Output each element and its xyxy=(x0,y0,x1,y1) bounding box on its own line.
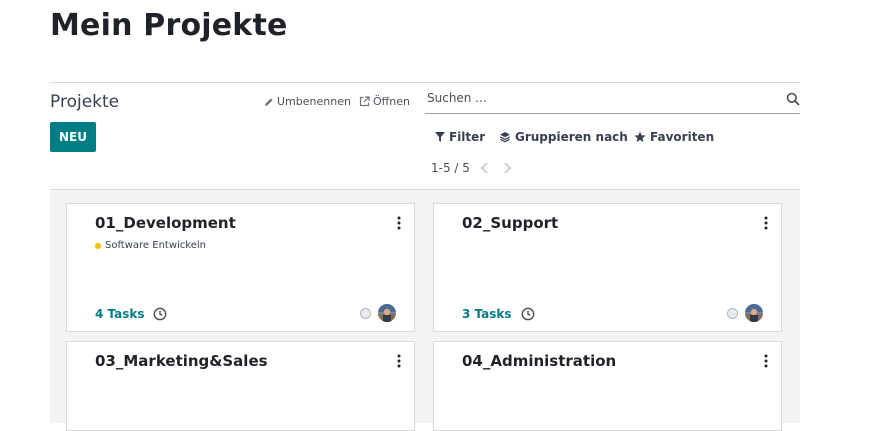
project-title: 03_Marketing&Sales xyxy=(95,352,268,370)
project-card[interactable]: 01_Development Software Entwickeln 4 Tas… xyxy=(66,203,415,332)
clock-icon[interactable] xyxy=(153,307,167,321)
page-title: Mein Projekte xyxy=(50,8,288,43)
open-label: Öffnen xyxy=(373,95,410,108)
project-card[interactable]: 04_Administration xyxy=(433,341,782,431)
favorites-dropdown[interactable]: Favoriten xyxy=(634,130,714,144)
avatar[interactable] xyxy=(378,304,396,322)
project-card[interactable]: 03_Marketing&Sales xyxy=(66,341,415,431)
project-title: 04_Administration xyxy=(462,352,617,370)
filter-icon xyxy=(435,132,445,142)
pencil-icon xyxy=(265,98,273,106)
search-icon[interactable] xyxy=(786,92,800,106)
filter-label: Filter xyxy=(449,130,486,144)
group-by-dropdown[interactable]: Gruppieren nach xyxy=(499,130,628,144)
star-icon xyxy=(634,131,646,142)
rename-label: Umbenennen xyxy=(277,95,351,108)
layers-icon xyxy=(500,132,510,143)
tasks-link[interactable]: 4 Tasks xyxy=(95,307,145,321)
search-bar xyxy=(425,87,800,114)
clock-icon[interactable] xyxy=(521,307,535,321)
search-input[interactable] xyxy=(427,91,767,105)
kebab-menu-icon[interactable] xyxy=(763,354,769,368)
filter-dropdown[interactable]: Filter xyxy=(435,130,485,144)
status-indicator[interactable] xyxy=(727,308,738,319)
project-tag: Software Entwickeln xyxy=(95,240,206,251)
project-card[interactable]: 02_Support 3 Tasks xyxy=(433,203,782,332)
status-indicator[interactable] xyxy=(360,308,371,319)
pager-value[interactable]: 1-5 / 5 xyxy=(431,161,470,175)
header-divider xyxy=(50,82,800,83)
avatar[interactable] xyxy=(745,304,763,322)
chevron-left-icon[interactable] xyxy=(478,158,492,178)
group-by-label: Gruppieren nach xyxy=(515,130,628,144)
kebab-menu-icon[interactable] xyxy=(396,216,402,230)
tag-color-dot xyxy=(95,242,101,249)
external-link-icon xyxy=(359,96,370,107)
breadcrumb: Projekte xyxy=(50,92,120,112)
new-button[interactable]: NEU xyxy=(50,122,96,152)
chevron-right-icon[interactable] xyxy=(500,158,514,178)
tag-label: Software Entwickeln xyxy=(105,240,206,251)
kebab-menu-icon[interactable] xyxy=(396,354,402,368)
kanban-view: 01_Development Software Entwickeln 4 Tas… xyxy=(50,189,800,431)
kebab-menu-icon[interactable] xyxy=(763,216,769,230)
favorites-label: Favoriten xyxy=(650,130,715,144)
project-title: 02_Support xyxy=(462,214,559,232)
tasks-link[interactable]: 3 Tasks xyxy=(462,307,512,321)
open-button[interactable]: Öffnen xyxy=(359,95,410,108)
rename-button[interactable]: Umbenennen xyxy=(264,95,351,108)
project-title: 01_Development xyxy=(95,214,236,232)
